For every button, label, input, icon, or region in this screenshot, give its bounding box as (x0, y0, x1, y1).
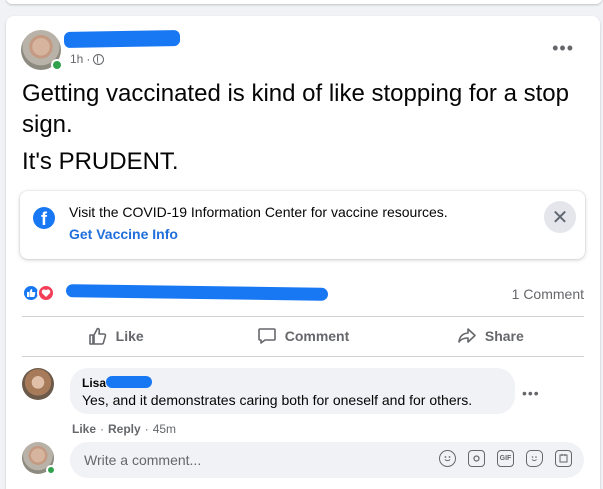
post-actions-bar: Like Comment Share (22, 317, 584, 355)
online-status-dot (51, 59, 63, 71)
share-arrow-icon (457, 326, 477, 346)
reaction-summary[interactable] (22, 284, 55, 302)
comment-bubble-icon (257, 326, 277, 346)
comment-button-label: Comment (284, 328, 350, 344)
write-comment-placeholder: Write a comment... (84, 452, 202, 468)
composer-tools: GIF (439, 450, 572, 467)
facebook-logo-icon: f (33, 207, 55, 229)
post-text-second: It's PRUDENT. (22, 148, 179, 175)
commenter-name[interactable]: Lisa (82, 376, 106, 390)
love-reaction-icon (37, 284, 55, 302)
emoji-icon[interactable] (439, 450, 456, 467)
redacted-poster-name (63, 29, 181, 49)
comment-time[interactable]: 45m (153, 422, 176, 436)
current-user-online-dot (46, 465, 56, 475)
covid-info-banner: f Visit the COVID-19 Information Center … (20, 191, 585, 259)
globe-icon (93, 53, 105, 65)
sticker-icon[interactable] (526, 450, 543, 467)
comment-count-link[interactable]: 1 Comment (512, 286, 584, 302)
like-button-label: Like (115, 328, 144, 344)
poster-avatar[interactable] (21, 30, 63, 71)
comment-more-options-button[interactable]: ••• (522, 386, 540, 400)
like-button[interactable]: Like (22, 317, 209, 355)
actions-bottom-divider (22, 356, 584, 357)
close-banner-button[interactable]: ✕ (544, 201, 576, 233)
comment-like-link[interactable]: Like (72, 422, 96, 436)
avatar-sticker-icon[interactable] (555, 450, 572, 467)
info-banner-text: Visit the COVID-19 Information Center fo… (69, 204, 448, 220)
comment-separator-1: · (100, 422, 105, 436)
post-card: 1h · ••• Getting vaccinated is kind of l… (6, 16, 600, 489)
post-meta: 1h · (70, 52, 105, 66)
gif-icon[interactable]: GIF (497, 450, 514, 467)
share-button-label: Share (484, 328, 524, 344)
meta-separator: · (86, 52, 91, 66)
comment-bubble: Lisa Yes, and it demonstrates caring bot… (70, 368, 515, 414)
post-time[interactable]: 1h (70, 52, 83, 66)
current-user-avatar[interactable] (22, 442, 56, 475)
share-button[interactable]: Share (397, 317, 584, 355)
commenter-avatar[interactable] (22, 368, 54, 400)
post-more-options-button[interactable]: ••• (552, 39, 574, 57)
comment-actions: Like · Reply · 45m (72, 422, 176, 436)
redacted-reactor-names (65, 284, 329, 301)
redacted-commenter-name (106, 376, 152, 388)
close-icon: ✕ (551, 206, 569, 229)
thumbs-up-icon (88, 326, 108, 346)
previous-post-card (6, 0, 602, 4)
comment-button[interactable]: Comment (209, 317, 396, 355)
comment-reply-link[interactable]: Reply (108, 422, 141, 436)
write-comment-input[interactable]: Write a comment... GIF (70, 442, 584, 478)
get-vaccine-info-link[interactable]: Get Vaccine Info (69, 226, 178, 242)
comment-text: Yes, and it demonstrates caring both for… (82, 392, 473, 408)
comment-separator-2: · (144, 422, 149, 436)
post-text-main: Getting vaccinated is kind of like stopp… (22, 80, 569, 138)
camera-icon[interactable] (468, 450, 485, 467)
